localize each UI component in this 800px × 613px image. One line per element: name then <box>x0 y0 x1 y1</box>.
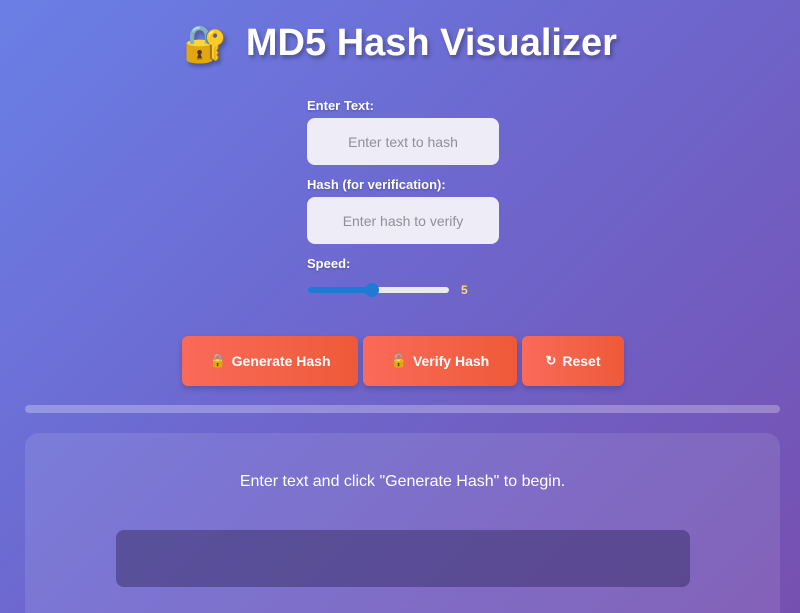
hash-output-box <box>116 530 690 587</box>
speed-slider-thumb[interactable] <box>365 283 379 297</box>
page-title: 🔐 MD5 Hash Visualizer <box>0 22 800 65</box>
hash-input[interactable] <box>307 197 499 244</box>
text-input-label: Enter Text: <box>307 98 374 113</box>
generate-hash-label: Generate Hash <box>231 353 331 369</box>
speed-label: Speed: <box>307 256 351 271</box>
verify-hash-button[interactable]: 🔓 Verify Hash <box>363 336 517 386</box>
reset-label: Reset <box>562 353 601 369</box>
speed-value: 5 <box>461 283 468 297</box>
verify-hash-label: Verify Hash <box>412 353 490 369</box>
refresh-icon: ↻ <box>545 353 557 368</box>
input-form: Enter Text: Hash (for verification): Spe… <box>307 98 507 302</box>
lock-icon: 🔒 <box>209 353 226 368</box>
speed-slider[interactable] <box>307 283 449 297</box>
status-message: Enter text and click "Generate Hash" to … <box>239 473 566 490</box>
lock-with-key-icon: 🔐 <box>183 22 228 64</box>
speed-slider-fill <box>307 287 372 293</box>
generate-hash-button[interactable]: 🔒 Generate Hash <box>182 336 358 386</box>
speed-control: 5 <box>307 278 507 302</box>
text-input[interactable] <box>307 118 499 165</box>
action-buttons: 🔒 Generate Hash 🔓 Verify Hash ↻ Reset <box>182 336 624 386</box>
page-title-text: MD5 Hash Visualizer <box>245 22 617 64</box>
reset-button[interactable]: ↻ Reset <box>522 336 624 386</box>
unlock-icon: 🔓 <box>390 353 407 368</box>
progress-bar <box>25 405 780 413</box>
hash-input-label: Hash (for verification): <box>307 177 446 192</box>
output-panel: Enter text and click "Generate Hash" to … <box>25 433 780 613</box>
